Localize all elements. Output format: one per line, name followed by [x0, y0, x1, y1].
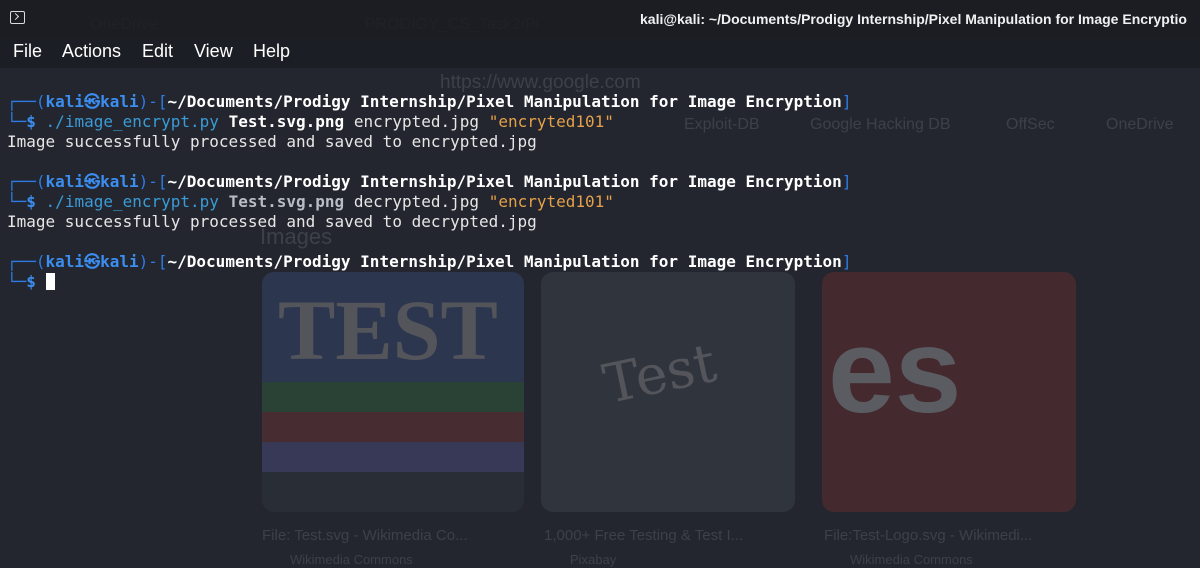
command-input-file: Test.svg.png	[228, 192, 345, 211]
prompt-open: ┌──(	[7, 92, 46, 111]
command-output-file: decrypted.jpg	[353, 192, 480, 211]
prompt-cwd: ~/Documents/Prodigy Internship/Pixel Man…	[167, 252, 842, 271]
window-titlebar[interactable]: kali@kali: ~/Documents/Prodigy Internshi…	[0, 0, 1200, 38]
current-command-line[interactable]: └─$	[7, 272, 1197, 292]
prompt-user: kali	[45, 92, 85, 111]
bg-result-title-3: File:Test-Logo.svg - Wikimedi...	[824, 527, 1033, 544]
prompt-host: kali	[100, 252, 139, 271]
bg-image-chalkboard: Test	[541, 272, 795, 512]
menu-view[interactable]: View	[194, 41, 233, 62]
prompt-corner: └─	[7, 272, 27, 291]
prompt-corner: └─	[7, 112, 27, 131]
prompt-at: ㉿	[84, 92, 101, 111]
bg-result-title-2: 1,000+ Free Testing & Test I...	[544, 527, 744, 544]
bg-image-text-1: TEST	[278, 282, 498, 378]
bg-address-bar: https://www.google.com	[440, 72, 641, 93]
bg-result-title-1: File: Test.svg - Wikimedia Co...	[262, 527, 468, 544]
command-program: ./image_encrypt.py	[45, 112, 219, 131]
command-output-file: encrypted.jpg	[353, 112, 480, 131]
prompt-at: ㉿	[84, 252, 101, 271]
command-key: "encryted101"	[488, 192, 614, 211]
prompt-dollar: $	[26, 112, 36, 131]
prompt-host: kali	[100, 172, 139, 191]
prompt-mid: )-[	[138, 172, 168, 191]
command-input-file: Test.svg.png	[228, 112, 345, 131]
bg-image-test-logo: es	[822, 272, 1076, 512]
prompt-dollar: $	[26, 192, 36, 211]
menu-actions[interactable]: Actions	[62, 41, 121, 62]
text-cursor	[45, 273, 55, 290]
prompt-dollar: $	[26, 272, 36, 291]
prompt-at: ㉿	[84, 172, 101, 191]
menu-bar: File Actions Edit View Help	[0, 38, 1200, 68]
prompt-cwd: ~/Documents/Prodigy Internship/Pixel Man…	[167, 172, 842, 191]
prompt-mid: )-[	[138, 252, 168, 271]
menu-help[interactable]: Help	[253, 41, 290, 62]
command-program: ./image_encrypt.py	[45, 192, 219, 211]
prompt-open: ┌──(	[7, 172, 46, 191]
prompt-close: ]	[841, 252, 852, 271]
prompt-user: kali	[45, 252, 85, 271]
bg-image-text-2: Test	[597, 330, 722, 417]
command-output: Image successfully processed and saved t…	[7, 212, 537, 231]
prompt-header: ┌──(kali㉿kali)-[~/Documents/Prodigy Inte…	[7, 92, 1197, 112]
bg-result-source-1: Wikimedia Commons	[290, 552, 413, 567]
terminal-output[interactable]: ┌──(kali㉿kali)-[~/Documents/Prodigy Inte…	[7, 92, 1197, 292]
prompt-user: kali	[45, 172, 85, 191]
prompt-host: kali	[100, 92, 139, 111]
prompt-corner: └─	[7, 192, 27, 211]
command-line: └─$ ./image_encrypt.py Test.svg.png decr…	[7, 192, 1197, 212]
terminal-icon	[10, 11, 25, 24]
bg-result-source-3: Wikimedia Commons	[850, 552, 973, 567]
prompt-mid: )-[	[138, 92, 168, 111]
prompt-header: ┌──(kali㉿kali)-[~/Documents/Prodigy Inte…	[7, 172, 1197, 192]
menu-edit[interactable]: Edit	[142, 41, 173, 62]
bg-image-test-grid: TEST	[262, 272, 524, 512]
prompt-open: ┌──(	[7, 252, 46, 271]
command-output: Image successfully processed and saved t…	[7, 132, 537, 151]
window-title: kali@kali: ~/Documents/Prodigy Internshi…	[640, 11, 1187, 27]
prompt-close: ]	[841, 172, 852, 191]
prompt-cwd: ~/Documents/Prodigy Internship/Pixel Man…	[167, 92, 842, 111]
prompt-header: ┌──(kali㉿kali)-[~/Documents/Prodigy Inte…	[7, 252, 1197, 272]
menu-file[interactable]: File	[13, 41, 42, 62]
prompt-close: ]	[841, 92, 852, 111]
command-key: "encryted101"	[488, 112, 614, 131]
command-line: └─$ ./image_encrypt.py Test.svg.png encr…	[7, 112, 1197, 132]
bg-result-source-2: Pixabay	[570, 552, 617, 567]
bg-image-text-3: es	[828, 304, 962, 438]
